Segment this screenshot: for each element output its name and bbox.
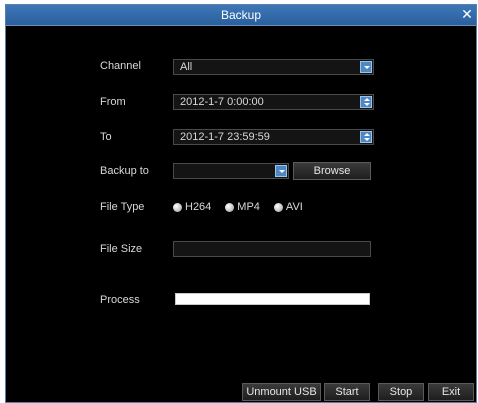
spinner-icon[interactable] (360, 96, 372, 108)
dialog-title: Backup (220, 8, 262, 22)
from-label: From (100, 96, 126, 108)
file-type-label: File Type (100, 201, 145, 213)
backup-to-select[interactable] (173, 163, 289, 179)
file-size-field (173, 241, 371, 257)
from-datetime-field[interactable]: 2012-1-7 0:00:00 (173, 94, 374, 110)
channel-value: All (180, 61, 193, 73)
chevron-down-icon[interactable] (275, 165, 287, 177)
channel-select[interactable]: All (173, 59, 374, 75)
file-size-label: File Size (100, 243, 143, 255)
backup-dialog: Backup ✕ Channel All From 2012-1-7 0:00:… (5, 4, 477, 403)
exit-button[interactable]: Exit (428, 383, 474, 401)
close-icon[interactable]: ✕ (460, 6, 474, 22)
from-value: 2012-1-7 0:00:00 (180, 96, 264, 108)
to-datetime-field[interactable]: 2012-1-7 23:59:59 (173, 129, 374, 145)
radio-mp4[interactable] (225, 202, 235, 212)
to-value: 2012-1-7 23:59:59 (180, 131, 270, 143)
process-label: Process (100, 294, 140, 306)
start-button[interactable]: Start (324, 383, 370, 401)
stop-button[interactable]: Stop (378, 383, 424, 401)
backup-to-label: Backup to (100, 165, 149, 177)
chevron-down-icon[interactable] (360, 61, 372, 73)
spinner-icon[interactable] (360, 131, 372, 143)
radio-h264-label[interactable]: H264 (185, 201, 211, 213)
radio-mp4-label[interactable]: MP4 (237, 201, 260, 213)
process-progress-bar (175, 293, 370, 305)
channel-label: Channel (100, 60, 141, 72)
browse-button[interactable]: Browse (293, 162, 371, 180)
unmount-usb-button[interactable]: Unmount USB (242, 383, 321, 401)
title-bar: Backup ✕ (6, 5, 476, 26)
radio-h264[interactable] (173, 202, 182, 212)
radio-avi[interactable] (273, 202, 283, 212)
radio-avi-label[interactable]: AVI (286, 201, 303, 213)
to-label: To (100, 131, 112, 143)
file-type-radio-group: H264 MP4 AVI (173, 201, 317, 213)
